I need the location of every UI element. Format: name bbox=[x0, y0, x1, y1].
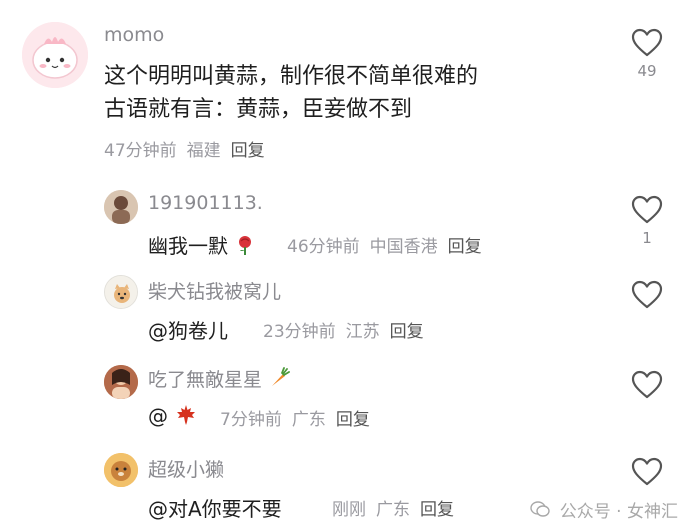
timestamp: 23分钟前 bbox=[263, 322, 336, 342]
comment-meta: 23分钟前 江苏 回复 bbox=[263, 317, 424, 342]
username[interactable]: 191901113. bbox=[148, 192, 263, 214]
comment-text-line: 古语就有言：黄蒜，臣妾做不到 bbox=[104, 97, 413, 122]
photo-avatar-icon bbox=[104, 190, 138, 224]
like-count: 49 bbox=[637, 62, 657, 80]
location: 中国香港 bbox=[369, 237, 438, 257]
username[interactable]: 柴犬钻我被窝儿 bbox=[148, 277, 281, 304]
username[interactable]: 超级小獭 bbox=[148, 455, 224, 482]
avatar[interactable] bbox=[104, 365, 138, 399]
like-button[interactable] bbox=[627, 370, 667, 400]
timestamp: 7分钟前 bbox=[220, 410, 282, 430]
heart-icon bbox=[631, 280, 663, 309]
reply-text: 幽我一默 bbox=[148, 230, 256, 261]
reply-button[interactable]: 回复 bbox=[420, 500, 454, 520]
avatar[interactable] bbox=[104, 275, 138, 309]
username[interactable]: momo bbox=[104, 24, 164, 46]
heart-icon bbox=[631, 28, 663, 57]
like-count: 1 bbox=[642, 229, 652, 247]
like-button[interactable] bbox=[627, 280, 667, 310]
reply-text-content: 幽我一默 bbox=[148, 234, 228, 258]
dog-avatar-icon bbox=[105, 276, 137, 308]
reply-button[interactable]: 回复 bbox=[448, 237, 482, 257]
otter-avatar-icon bbox=[104, 453, 138, 487]
comment-meta: 7分钟前 广东 回复 bbox=[220, 405, 370, 430]
location: 江苏 bbox=[345, 322, 380, 342]
reply-text: @ bbox=[148, 403, 198, 432]
comment-meta: 47分钟前 福建 回复 bbox=[104, 136, 265, 161]
avatar[interactable] bbox=[104, 190, 138, 224]
timestamp: 刚刚 bbox=[332, 500, 366, 520]
avatar[interactable] bbox=[104, 453, 138, 487]
carrot-icon bbox=[268, 367, 290, 394]
reply-button[interactable]: 回复 bbox=[231, 141, 265, 161]
heart-icon bbox=[631, 457, 663, 486]
comment-meta: 46分钟前 中国香港 回复 bbox=[287, 232, 482, 257]
pink-cartoon-avatar-icon bbox=[22, 22, 88, 88]
wechat-icon bbox=[530, 500, 551, 523]
username[interactable]: 吃了無敵星星 bbox=[148, 365, 290, 394]
avatar[interactable] bbox=[22, 22, 88, 88]
reply-text: @对A你要不要 bbox=[148, 497, 282, 521]
location: 广东 bbox=[376, 500, 410, 520]
like-button[interactable]: 49 bbox=[627, 28, 667, 80]
username-text: 吃了無敵星星 bbox=[148, 369, 263, 391]
location: 福建 bbox=[186, 141, 221, 161]
location: 广东 bbox=[291, 410, 326, 430]
rose-icon bbox=[234, 234, 256, 261]
reply-button[interactable]: 回复 bbox=[336, 410, 370, 430]
reply-text: @狗卷儿 bbox=[148, 319, 228, 343]
comment-main: momo 这个明明叫黄蒜，制作很不简单很难的 古语就有言：黄蒜，臣妾做不到 47… bbox=[0, 0, 690, 175]
comment-text-line: 这个明明叫黄蒜，制作很不简单很难的 bbox=[104, 64, 479, 89]
heart-icon bbox=[631, 195, 663, 224]
timestamp: 47分钟前 bbox=[104, 141, 177, 161]
heart-icon bbox=[631, 370, 663, 399]
maple-leaf-icon bbox=[174, 403, 198, 432]
watermark-text: 公众号 · 女神汇 bbox=[559, 501, 678, 522]
reply-button[interactable]: 回复 bbox=[390, 322, 424, 342]
watermark: 公众号 · 女神汇 bbox=[530, 497, 678, 524]
photo-avatar-icon bbox=[104, 365, 138, 399]
like-button[interactable]: 1 bbox=[627, 195, 667, 247]
timestamp: 46分钟前 bbox=[287, 237, 360, 257]
comment-meta: 刚刚 广东 回复 bbox=[332, 495, 454, 520]
like-button[interactable] bbox=[627, 457, 667, 487]
reply-text-content: @ bbox=[148, 404, 168, 428]
